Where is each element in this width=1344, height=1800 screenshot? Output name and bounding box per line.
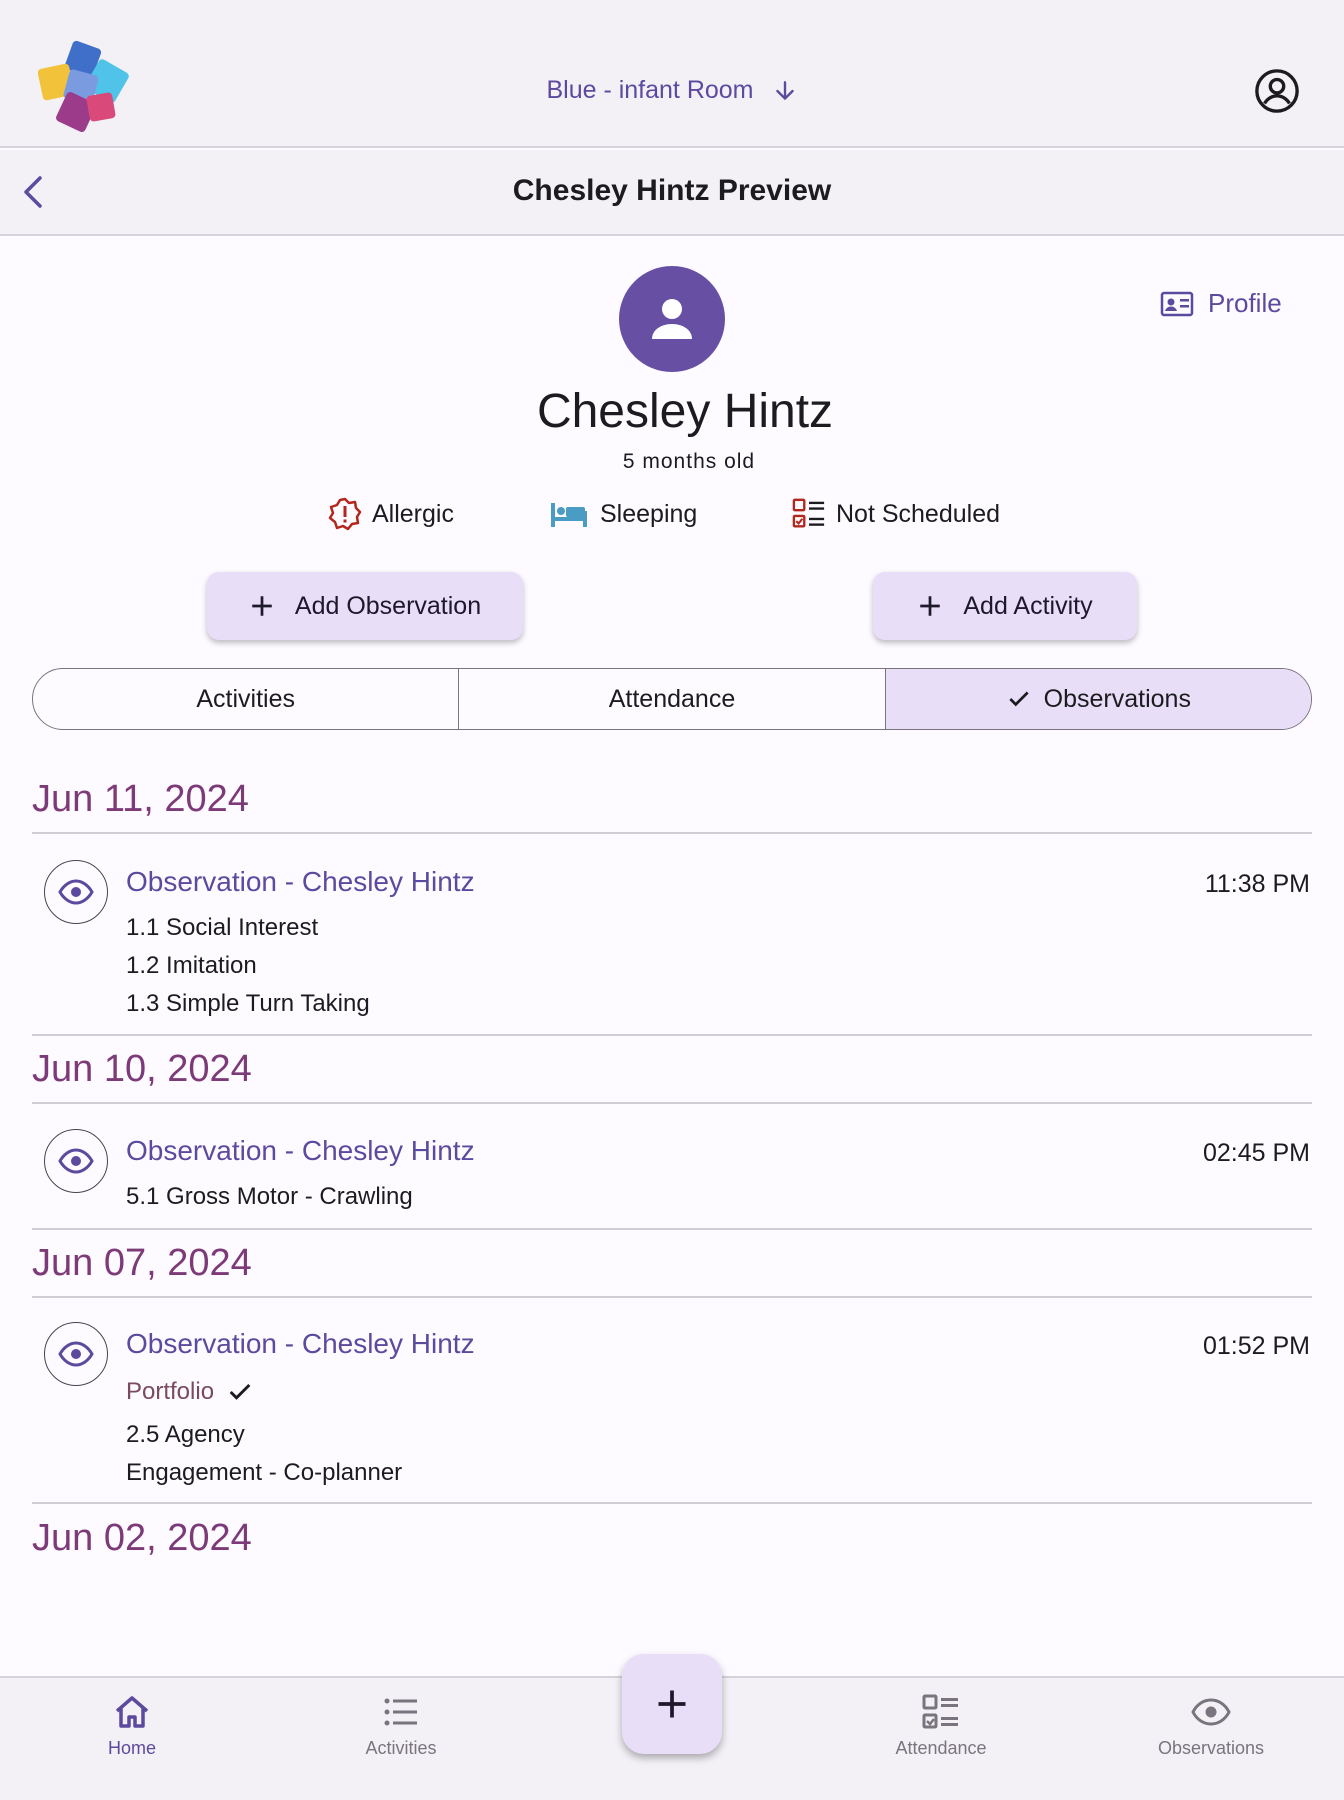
bed-icon bbox=[551, 503, 587, 527]
profile-button[interactable]: Profile bbox=[1160, 288, 1282, 319]
checklist-icon bbox=[792, 498, 825, 528]
nav-home-label: Home bbox=[107, 1738, 156, 1758]
add-activity-button[interactable]: Add Activity bbox=[873, 572, 1137, 640]
nav-home[interactable]: Home bbox=[32, 1692, 232, 1759]
observation-item: 5.1 Gross Motor - Crawling bbox=[126, 1183, 413, 1210]
observation-item: 1.3 Simple Turn Taking bbox=[126, 990, 370, 1017]
status-schedule-label: Not Scheduled bbox=[836, 499, 1001, 528]
observation-time: 11:38 PM bbox=[1204, 870, 1310, 898]
room-selector[interactable]: Blue - infant Room bbox=[0, 76, 1344, 105]
status-schedule: Not Scheduled bbox=[792, 497, 1000, 531]
list-icon bbox=[384, 1698, 417, 1726]
divider bbox=[32, 1296, 1312, 1298]
observation-item: 2.5 Agency bbox=[126, 1421, 245, 1448]
eye-icon bbox=[58, 1341, 94, 1367]
section-tabs: Activities Attendance Observations bbox=[32, 668, 1312, 730]
eye-icon bbox=[58, 879, 94, 905]
observation-title[interactable]: Observation - Chesley Hintz bbox=[126, 866, 475, 898]
home-icon bbox=[115, 1696, 149, 1728]
tab-observations-label: Observations bbox=[1043, 684, 1191, 713]
nav-attendance-label: Attendance bbox=[895, 1738, 987, 1758]
observation-item: Engagement - Co-planner bbox=[126, 1459, 403, 1486]
observation-title[interactable]: Observation - Chesley Hintz bbox=[126, 1135, 475, 1167]
nav-activities-label: Activities bbox=[365, 1738, 437, 1758]
nav-attendance[interactable]: Attendance bbox=[841, 1692, 1041, 1759]
avatar bbox=[619, 266, 725, 372]
tab-attendance[interactable]: Attendance bbox=[459, 669, 886, 729]
check-icon bbox=[229, 1383, 251, 1400]
portfolio-label: Portfolio bbox=[126, 1378, 215, 1405]
page-title: Chesley Hintz Preview bbox=[512, 174, 832, 207]
title-bar: Chesley Hintz Preview bbox=[0, 150, 1344, 236]
add-fab-button[interactable] bbox=[622, 1654, 722, 1754]
account-circle-icon[interactable] bbox=[1254, 68, 1300, 114]
observation-time: 02:45 PM bbox=[1202, 1139, 1310, 1167]
allergy-alert-icon bbox=[328, 497, 362, 531]
checklist-icon bbox=[922, 1694, 958, 1729]
observation-time: 01:52 PM bbox=[1202, 1332, 1310, 1360]
date-heading: Jun 11, 2024 bbox=[32, 778, 249, 820]
tab-attendance-label: Attendance bbox=[608, 684, 736, 713]
eye-icon bbox=[1191, 1698, 1231, 1726]
plus-icon bbox=[920, 596, 941, 616]
contact-card-icon bbox=[1160, 291, 1194, 316]
add-observation-label: Add Observation bbox=[294, 591, 482, 620]
status-allergic-label: Allergic bbox=[372, 499, 454, 528]
view-observation-button[interactable] bbox=[44, 860, 108, 924]
tab-activities-label: Activities bbox=[196, 684, 295, 713]
status-sleeping: Sleeping bbox=[548, 497, 697, 531]
room-label: Blue - infant Room bbox=[546, 76, 754, 104]
observation-item: 1.2 Imitation bbox=[126, 952, 257, 979]
date-heading: Jun 07, 2024 bbox=[32, 1242, 252, 1284]
observation-item: 1.1 Social Interest bbox=[126, 914, 319, 941]
divider bbox=[32, 1102, 1312, 1104]
observation-title[interactable]: Observation - Chesley Hintz bbox=[126, 1328, 475, 1360]
divider bbox=[32, 1502, 1312, 1504]
date-heading: Jun 02, 2024 bbox=[32, 1517, 252, 1559]
status-sleeping-label: Sleeping bbox=[600, 499, 698, 528]
add-activity-label: Add Activity bbox=[963, 591, 1093, 620]
profile-label: Profile bbox=[1208, 288, 1282, 318]
portfolio-flag: Portfolio bbox=[126, 1378, 254, 1406]
plus-icon bbox=[658, 1690, 686, 1718]
child-age: 5 months old bbox=[622, 450, 756, 473]
top-app-bar: Blue - infant Room bbox=[0, 0, 1344, 148]
view-observation-button[interactable] bbox=[44, 1322, 108, 1386]
child-name: Chesley Hintz bbox=[536, 385, 834, 438]
status-allergic: Allergic bbox=[328, 497, 454, 531]
tab-observations[interactable]: Observations bbox=[885, 669, 1311, 729]
nav-observations[interactable]: Observations bbox=[1111, 1692, 1311, 1759]
tab-activities[interactable]: Activities bbox=[33, 669, 460, 729]
nav-activities[interactable]: Activities bbox=[301, 1692, 501, 1759]
view-observation-button[interactable] bbox=[44, 1129, 108, 1193]
add-observation-button[interactable]: Add Observation bbox=[207, 572, 523, 640]
divider bbox=[32, 1034, 1312, 1036]
person-icon bbox=[652, 299, 692, 339]
date-heading: Jun 10, 2024 bbox=[32, 1048, 252, 1090]
eye-icon bbox=[58, 1148, 94, 1174]
nav-observations-label: Observations bbox=[1157, 1738, 1265, 1758]
divider bbox=[32, 1228, 1312, 1230]
check-icon bbox=[1009, 691, 1029, 707]
plus-icon bbox=[252, 596, 272, 616]
arrow-down-icon bbox=[775, 80, 794, 100]
divider bbox=[32, 832, 1312, 834]
